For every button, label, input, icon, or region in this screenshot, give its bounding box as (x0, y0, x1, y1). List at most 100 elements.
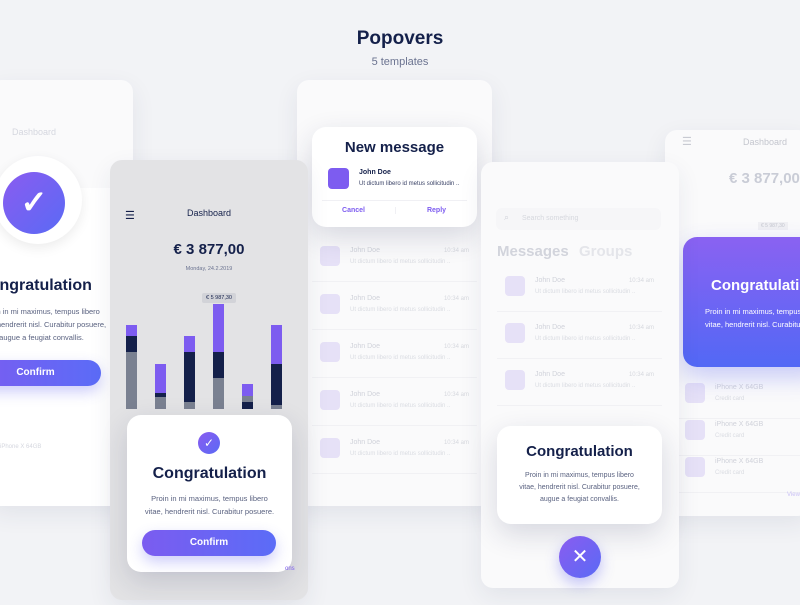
avatar (320, 342, 340, 362)
bar-segment-gray (155, 397, 166, 409)
bar-segment-navy (126, 336, 137, 352)
avatar (320, 438, 340, 458)
item-name: John Doe (535, 277, 565, 284)
item-time: 10:34 am (443, 296, 469, 302)
check-badge-icon: ✓ (198, 432, 220, 454)
hamburger-menu-icon[interactable]: ☰ (682, 135, 692, 148)
sender-name: John Doe (359, 169, 391, 176)
bar-segment-purple (126, 325, 137, 336)
body-line: vitae, hendrerit nisl. Curabitur posuere… (705, 320, 800, 329)
item-name: John Doe (350, 391, 380, 398)
list-item: iPhone X 64GB (0, 444, 42, 450)
avatar (505, 276, 525, 296)
card-messages-groups: ⌕ Search something Messages Groups John … (481, 162, 679, 588)
card-title: Dashboard (12, 127, 57, 137)
cancel-button[interactable]: Cancel (312, 207, 395, 214)
list-item[interactable]: iPhone X 64GB Credit card (677, 449, 800, 493)
list-item[interactable]: John Doe 10:34 am Ut dictum libero id me… (497, 362, 662, 406)
bar-segment-navy (184, 352, 195, 402)
popup-body: Proin in mi maximus, tempus libero vitae… (127, 492, 292, 518)
bar-segment-gray (184, 402, 195, 409)
item-name: iPhone X 64GB (715, 384, 764, 391)
item-text: Ut dictum libero id metus sollicitudin .… (350, 259, 451, 265)
popup-body: Proin in mi maximus, tempus libero vitae… (497, 470, 662, 506)
bar-segment-gray (126, 352, 137, 409)
chart-tooltip: € 5 987,30 (202, 293, 236, 303)
bar-segment-navy (242, 402, 253, 409)
avatar (320, 390, 340, 410)
bar-segment-navy (155, 393, 166, 397)
avatar (505, 370, 525, 390)
reply-button[interactable]: Reply (395, 207, 477, 214)
popup-heading: Congratulation (711, 277, 800, 294)
date: Monday, 24.2.2019 (185, 266, 233, 272)
new-message-popover: New message John Doe Ut dictum libero id… (312, 127, 477, 227)
balance: € 3 877,00 (729, 170, 800, 187)
avatar (685, 457, 705, 477)
view-link[interactable]: ons (285, 566, 295, 572)
check-icon: ✓ (3, 172, 65, 234)
close-button[interactable]: ✕ (559, 536, 601, 578)
popover-title: New message (344, 139, 445, 156)
item-text: Credit card (715, 433, 745, 439)
dashboard-title: Dashboard (743, 137, 788, 147)
popup-body: Proin in mi maximus, tempus libero vitae… (705, 305, 800, 331)
sender-avatar (328, 168, 349, 189)
item-name: John Doe (350, 343, 380, 350)
balance: € 3 877,00 (173, 241, 245, 258)
item-name: John Doe (535, 324, 565, 331)
tab-groups[interactable]: Groups (579, 243, 632, 260)
congratulation-toast: Congratulation Proin in mi maximus, temp… (497, 426, 662, 524)
item-text: Ut dictum libero id metus sollicitudin .… (350, 403, 451, 409)
item-text: Ut dictum libero id metus sollicitudin .… (535, 336, 636, 342)
avatar (320, 294, 340, 314)
list-item[interactable]: John Doe 10:34 am Ut dictum libero id me… (312, 334, 477, 378)
item-name: iPhone X 64GB (715, 458, 764, 465)
view-link[interactable]: View (787, 492, 800, 498)
dashboard-title: Dashboard (186, 208, 232, 218)
list-item[interactable]: John Doe 10:34 am Ut dictum libero id me… (312, 430, 477, 474)
bar-segment-purple (184, 336, 195, 352)
chart-tooltip: € 5 987,30 (758, 222, 788, 230)
item-name: John Doe (350, 295, 380, 302)
item-time: 10:34 am (443, 440, 469, 446)
avatar (505, 323, 525, 343)
bar-segment-gray (271, 405, 282, 409)
bar-segment-gray (213, 378, 224, 409)
body-line: Proin in mi maximus, tempus libero (705, 307, 800, 316)
confirm-button[interactable]: Confirm (0, 360, 101, 386)
item-time: 10:34 am (628, 325, 654, 331)
list-item[interactable]: John Doe 10:34 am Ut dictum libero id me… (312, 286, 477, 330)
body-line: Proin in mi maximus, tempus libero (525, 472, 634, 479)
item-name: John Doe (350, 247, 380, 254)
item-name: iPhone X 64GB (715, 421, 764, 428)
item-name: John Doe (350, 439, 380, 446)
item-time: 10:34 am (443, 248, 469, 254)
item-text: Ut dictum libero id metus sollicitudin .… (350, 451, 451, 457)
body-line: vitae, hendrerit nisl. Curabitur posuere… (144, 507, 275, 516)
message-preview: Ut dictum libero id metus sollicitudin .… (359, 181, 460, 187)
avatar (320, 246, 340, 266)
body-line: Proin in mi maximus, tempus libero (151, 494, 268, 503)
list-item[interactable]: John Doe 10:34 am Ut dictum libero id me… (312, 238, 477, 282)
search-input[interactable]: ⌕ Search something (496, 208, 661, 230)
avatar (685, 420, 705, 440)
bar-segment-navy (213, 352, 224, 378)
bar-segment-purple (213, 304, 224, 352)
confirm-button[interactable]: Confirm (142, 530, 276, 556)
list-item[interactable]: John Doe 10:34 am Ut dictum libero id me… (312, 382, 477, 426)
avatar (685, 383, 705, 403)
congratulation-popover: ✓ Congratulation Proin in mi maximus, te… (127, 415, 292, 572)
popup-heading: Congratulation (526, 443, 633, 460)
bar-segment-purple (155, 364, 166, 393)
popup-heading: Congratulation (152, 465, 267, 482)
close-icon: ✕ (571, 546, 589, 568)
item-text: Ut dictum libero id metus sollicitudin .… (350, 355, 451, 361)
tab-messages[interactable]: Messages (497, 243, 569, 260)
item-time: 10:34 am (443, 344, 469, 350)
item-text: Ut dictum libero id metus sollicitudin .… (535, 383, 636, 389)
page-title: Popovers (356, 28, 444, 49)
list-item[interactable]: John Doe 10:34 am Ut dictum libero id me… (497, 315, 662, 359)
item-name: John Doe (535, 371, 565, 378)
list-item[interactable]: John Doe 10:34 am Ut dictum libero id me… (497, 268, 662, 312)
